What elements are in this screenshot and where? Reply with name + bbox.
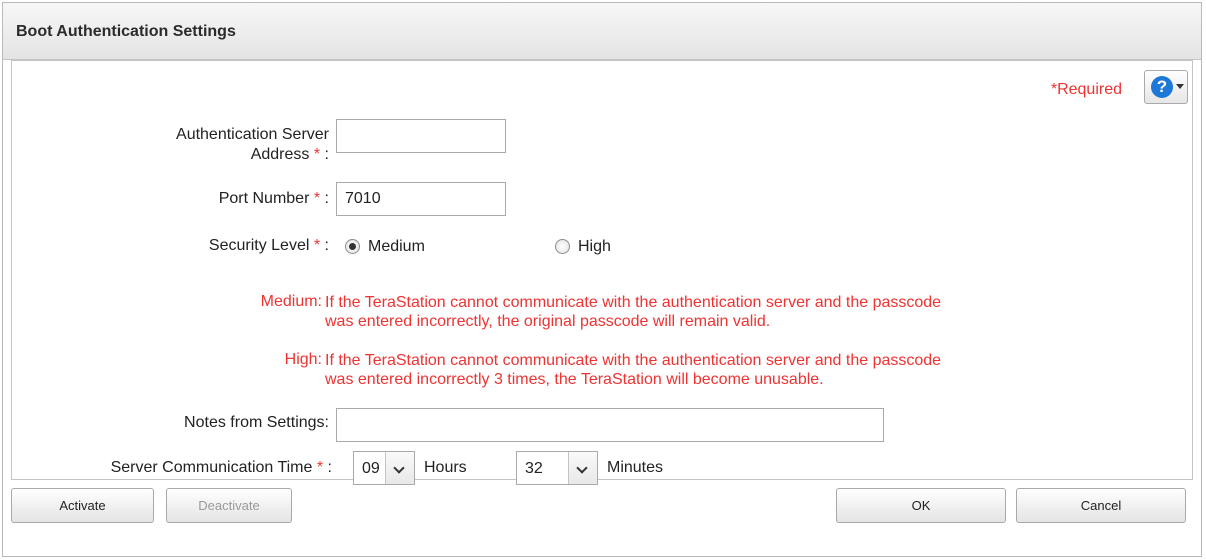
high-description: If the TeraStation cannot communicate wi… [325, 351, 1165, 389]
security-level-label: Security Level * : [72, 237, 329, 255]
security-level-label-text: Security Level [208, 237, 310, 254]
high-description-line2: was entered incorrectly 3 times, the Ter… [325, 371, 824, 388]
chevron-down-icon[interactable] [568, 452, 597, 484]
minutes-select[interactable]: 32 [516, 451, 598, 485]
minutes-value: 32 [525, 460, 543, 477]
boot-auth-dialog: Boot Authentication Settings *Required ?… [2, 2, 1202, 557]
label-colon: : [324, 190, 329, 207]
port-number-label: Port Number * : [72, 190, 329, 208]
comm-time-label-text: Server Communication Time [110, 459, 313, 476]
label-colon: : [324, 146, 329, 163]
label-colon: : [324, 237, 329, 254]
medium-description-line2: was entered incorrectly, the original pa… [325, 313, 771, 330]
security-medium-label[interactable]: Medium [368, 238, 425, 256]
high-description-key: High: [284, 351, 322, 368]
deactivate-button[interactable]: Deactivate [166, 488, 292, 523]
medium-description-line1: If the TeraStation cannot communicate wi… [325, 294, 942, 311]
notes-input[interactable] [336, 408, 884, 442]
server-address-label-line2: Address [250, 146, 310, 163]
server-address-input[interactable] [336, 119, 506, 153]
minutes-unit: Minutes [607, 459, 664, 476]
help-button[interactable]: ? [1144, 70, 1188, 104]
notes-label: Notes from Settings: [184, 414, 329, 431]
activate-button[interactable]: Activate [11, 488, 154, 523]
dialog-title: Boot Authentication Settings [16, 23, 236, 40]
required-star: * [313, 146, 321, 163]
settings-panel: *Required ? Authentication Server Addres… [11, 60, 1193, 485]
hours-unit: Hours [424, 459, 467, 476]
chevron-down-icon [1176, 84, 1184, 89]
required-star: * [316, 459, 324, 476]
high-description-line1: If the TeraStation cannot communicate wi… [325, 352, 942, 369]
server-address-label: Authentication Server Address * : [72, 125, 329, 165]
security-high-radio[interactable] [555, 239, 570, 254]
required-star: * [313, 190, 321, 207]
question-icon: ? [1151, 76, 1173, 98]
hours-value: 09 [362, 460, 380, 477]
ok-button[interactable]: OK [836, 488, 1006, 523]
required-note: *Required [1050, 81, 1122, 98]
label-colon: : [327, 459, 332, 476]
server-address-label-line1: Authentication Server [176, 126, 329, 143]
port-number-label-text: Port Number [218, 190, 310, 207]
port-number-input[interactable]: 7010 [336, 182, 506, 216]
security-medium-radio[interactable] [345, 239, 360, 254]
chevron-down-icon[interactable] [385, 452, 414, 484]
required-star: * [313, 237, 321, 254]
dialog-titlebar: Boot Authentication Settings [3, 3, 1201, 60]
security-high-label[interactable]: High [578, 238, 611, 256]
comm-time-label: Server Communication Time * : [32, 459, 332, 477]
cancel-button[interactable]: Cancel [1016, 488, 1186, 523]
hours-select[interactable]: 09 [353, 451, 415, 485]
medium-description-key: Medium: [260, 293, 322, 310]
medium-description: If the TeraStation cannot communicate wi… [325, 293, 1165, 331]
